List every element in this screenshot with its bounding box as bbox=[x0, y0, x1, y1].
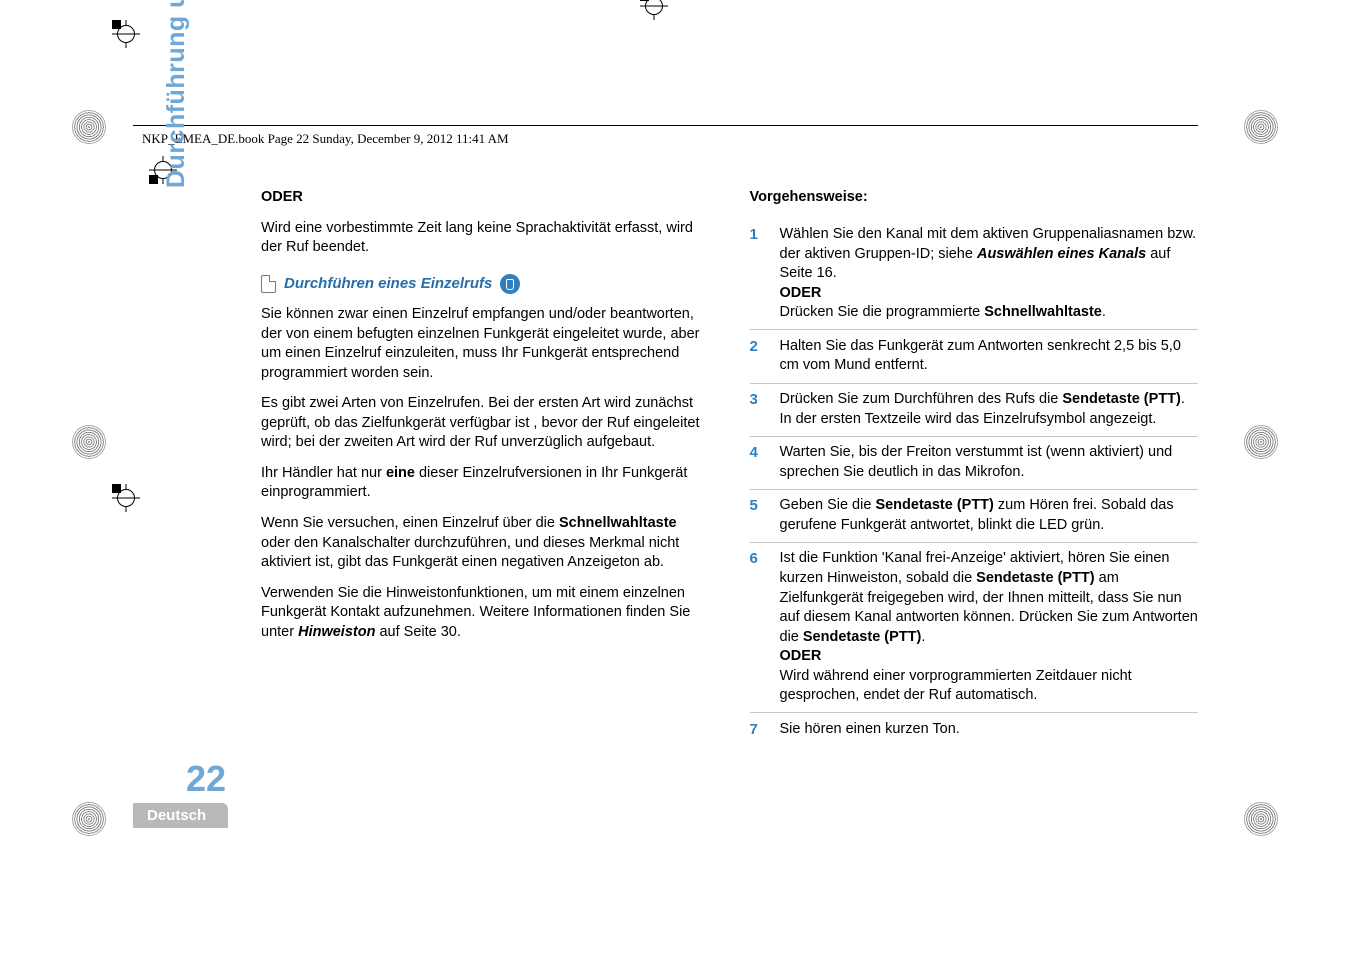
text-bold: Schnellwahltaste bbox=[559, 515, 677, 531]
list-item: 6 Ist die Funktion 'Kanal frei-Anzeige' … bbox=[750, 543, 1199, 714]
paragraph: Ihr Händler hat nur eine dieser Einzelru… bbox=[261, 464, 710, 503]
text: Warten Sie, bis der Freiton verstummt is… bbox=[780, 444, 1173, 480]
oder-label: ODER bbox=[780, 648, 822, 664]
left-column: ODER Wird eine vorbestimmte Zeit lang ke… bbox=[261, 188, 710, 828]
step-number: 6 bbox=[750, 549, 766, 706]
text: . bbox=[921, 629, 925, 645]
text-bold: eine bbox=[386, 465, 415, 481]
text: oder den Kanalschalter durchzuführen, un… bbox=[261, 535, 679, 571]
page-area: Durchführung und Empfang von Rufen 22 De… bbox=[133, 128, 1198, 828]
text: Drücken Sie zum Durchführen des Rufs die bbox=[780, 391, 1063, 407]
section-heading: Durchführen eines Einzelrufs bbox=[261, 274, 710, 294]
right-column: Vorgehensweise: 1 Wählen Sie den Kanal m… bbox=[750, 188, 1199, 828]
text: Wird während einer vorprogrammierten Zei… bbox=[780, 668, 1132, 704]
text-bold: Schnellwahltaste bbox=[984, 304, 1102, 320]
text: . bbox=[1102, 304, 1106, 320]
step-number: 3 bbox=[750, 390, 766, 429]
paragraph: Wenn Sie versuchen, einen Einzelruf über… bbox=[261, 514, 710, 573]
text: Ihr Händler hat nur bbox=[261, 465, 386, 481]
step-number: 2 bbox=[750, 337, 766, 376]
text: Wenn Sie versuchen, einen Einzelruf über… bbox=[261, 515, 559, 531]
page-number: 22 bbox=[186, 758, 226, 800]
step-number: 1 bbox=[750, 225, 766, 323]
text-ref: Auswählen eines Kanals bbox=[977, 246, 1146, 262]
oder-label: ODER bbox=[780, 285, 822, 301]
text-bold: Sendetaste (PTT) bbox=[1062, 391, 1180, 407]
text: Geben Sie die bbox=[780, 497, 876, 513]
section-title: Durchführen eines Einzelrufs bbox=[284, 274, 492, 294]
header-rule bbox=[133, 125, 1198, 126]
paragraph: Verwenden Sie die Hinweistonfunktionen, … bbox=[261, 584, 710, 643]
text: Sie hören einen kurzen Ton. bbox=[780, 721, 960, 737]
step-number: 7 bbox=[750, 720, 766, 740]
text-bold: Sendetaste (PTT) bbox=[976, 570, 1094, 586]
list-item: 5 Geben Sie die Sendetaste (PTT) zum Hör… bbox=[750, 490, 1199, 543]
list-item: 2 Halten Sie das Funkgerät zum Antworten… bbox=[750, 330, 1199, 383]
procedure-list: 1 Wählen Sie den Kanal mit dem aktiven G… bbox=[750, 219, 1199, 747]
oder-label: ODER bbox=[261, 188, 710, 208]
side-title: Durchführung und Empfang von Rufen bbox=[162, 0, 191, 188]
text: auf Seite 30. bbox=[375, 624, 460, 640]
paragraph: Wird eine vorbestimmte Zeit lang keine S… bbox=[261, 219, 710, 258]
paragraph: Es gibt zwei Arten von Einzelrufen. Bei … bbox=[261, 394, 710, 453]
text-ref: Hinweiston bbox=[298, 624, 375, 640]
list-item: 1 Wählen Sie den Kanal mit dem aktiven G… bbox=[750, 219, 1199, 331]
paragraph: Sie können zwar einen Einzelruf empfange… bbox=[261, 305, 710, 383]
text-bold: Sendetaste (PTT) bbox=[803, 629, 921, 645]
text-bold: Sendetaste (PTT) bbox=[875, 497, 993, 513]
text: Halten Sie das Funkgerät zum Antworten s… bbox=[780, 338, 1181, 374]
list-item: 3 Drücken Sie zum Durchführen des Rufs d… bbox=[750, 384, 1199, 437]
list-item: 4 Warten Sie, bis der Freiton verstummt … bbox=[750, 437, 1199, 490]
list-item: 7 Sie hören einen kurzen Ton. bbox=[750, 713, 1199, 746]
step-number: 5 bbox=[750, 496, 766, 535]
text: Drücken Sie die programmierte bbox=[780, 304, 985, 320]
procedure-heading: Vorgehensweise: bbox=[750, 188, 1199, 208]
person-icon bbox=[500, 274, 520, 294]
language-tab: Deutsch bbox=[133, 803, 228, 828]
step-number: 4 bbox=[750, 443, 766, 482]
document-icon bbox=[261, 275, 276, 293]
